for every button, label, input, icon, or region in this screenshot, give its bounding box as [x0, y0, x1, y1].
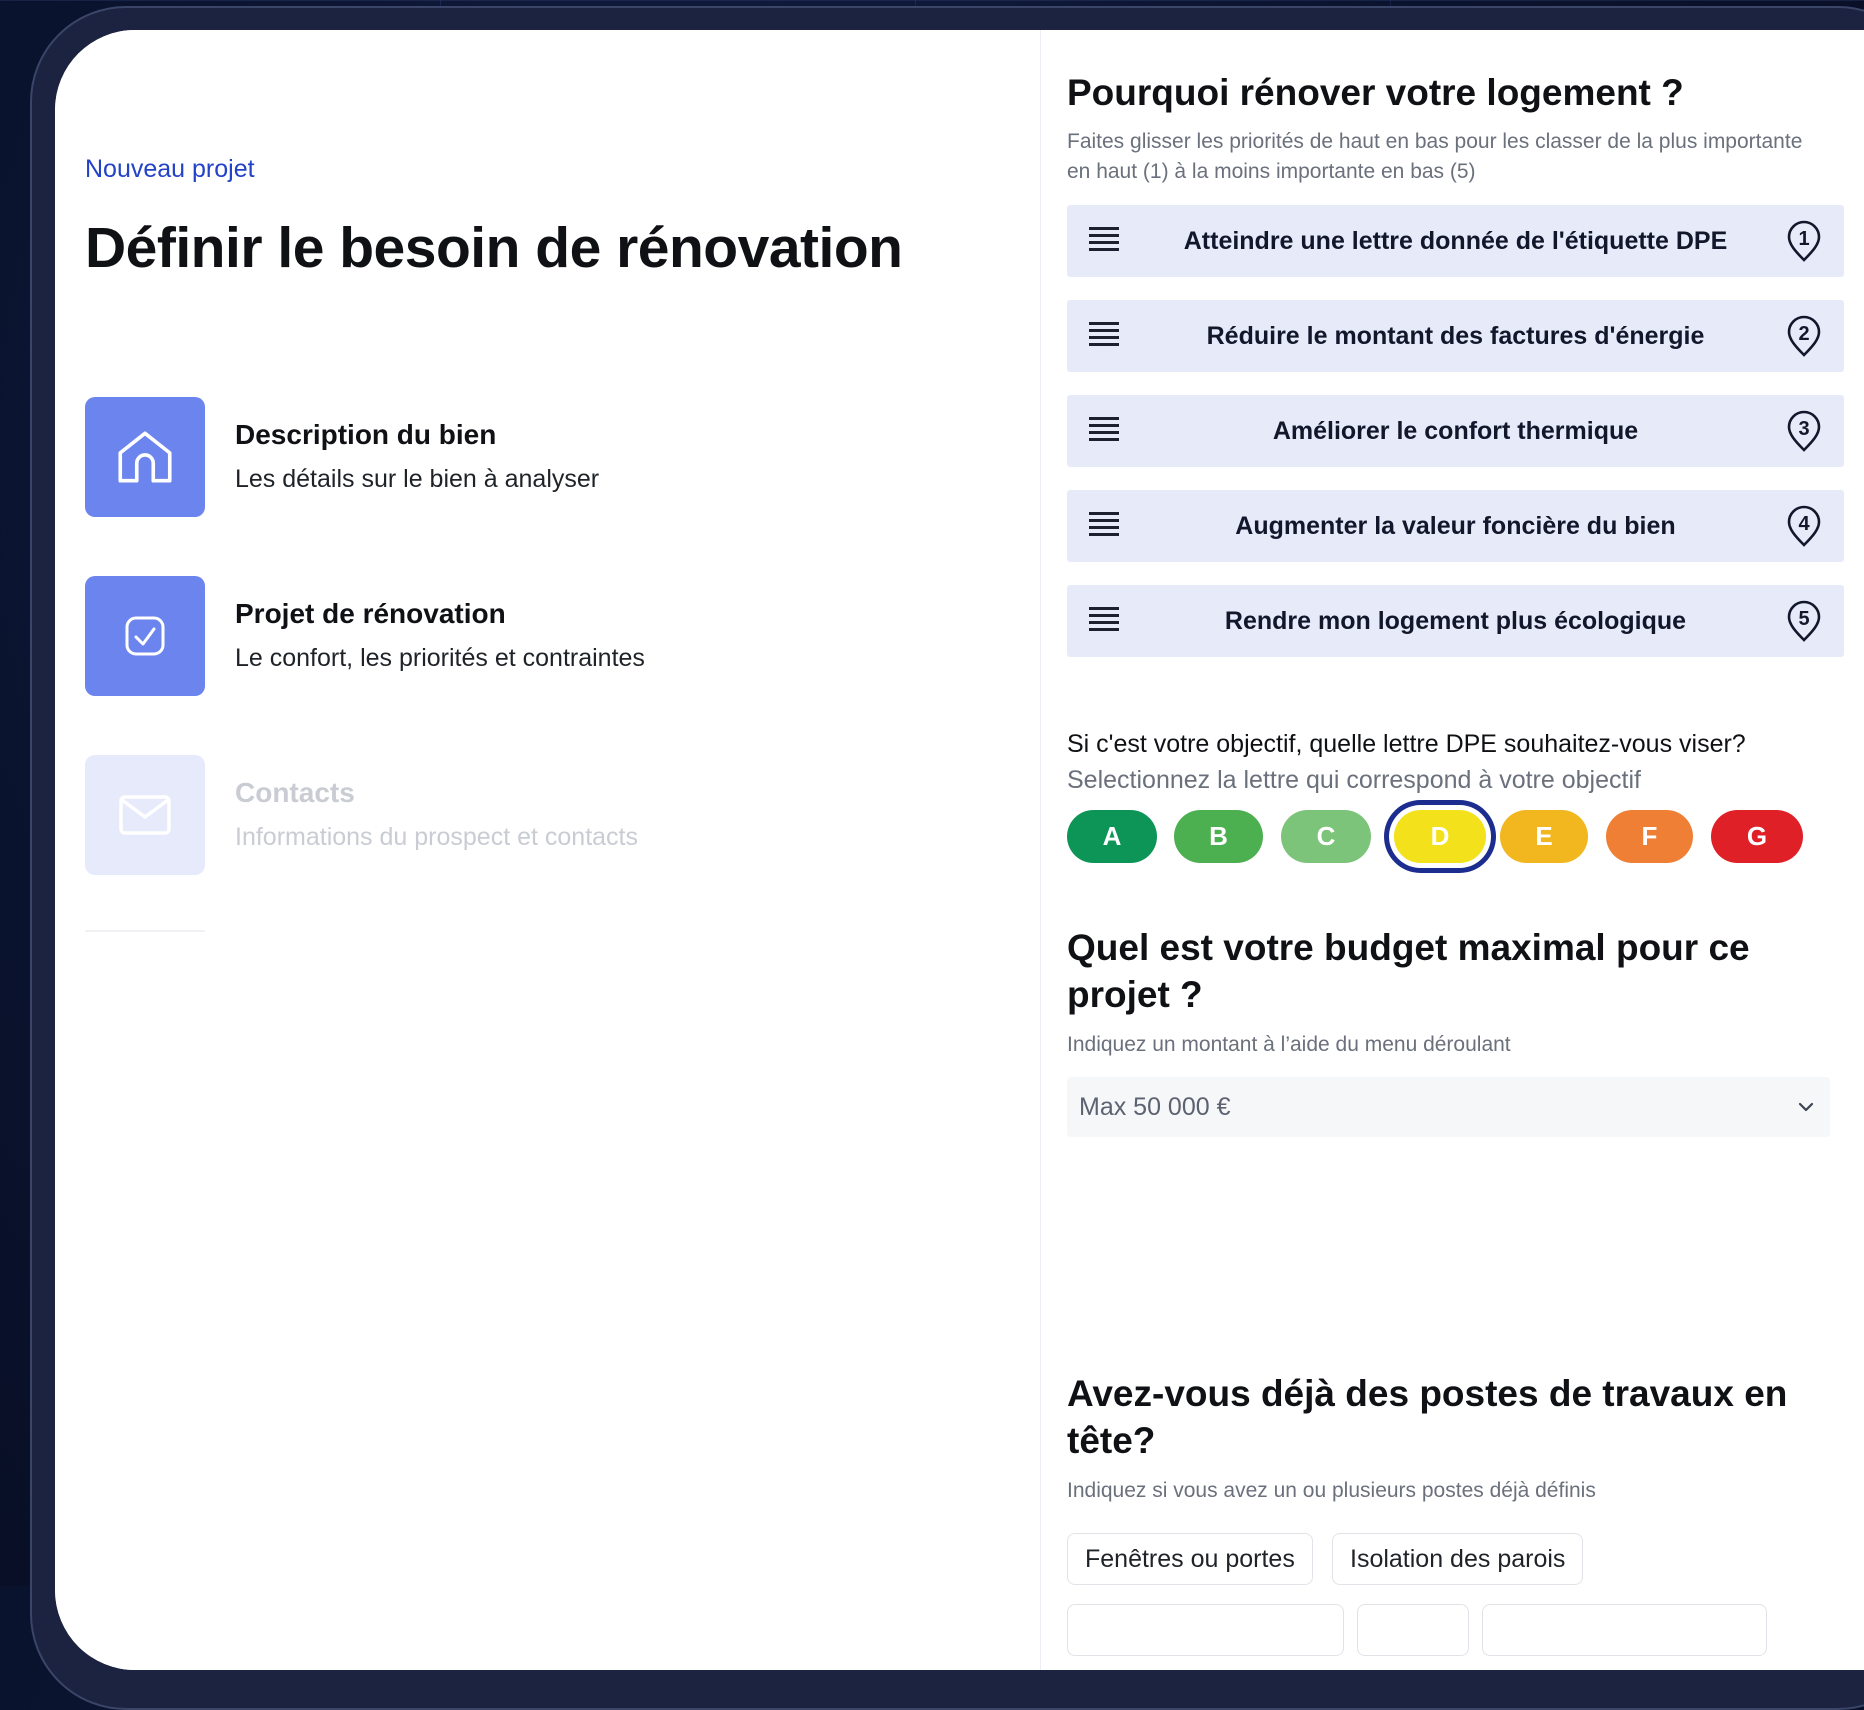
drag-handle-icon[interactable] [1089, 512, 1119, 540]
step-subtitle: Le confort, les priorités et contraintes [235, 644, 645, 672]
chip-fenetres-portes[interactable]: Fenêtres ou portes [1067, 1533, 1313, 1585]
priority-label: Réduire le montant des factures d'énergi… [1206, 322, 1705, 350]
dpe-letter-d[interactable]: D [1394, 810, 1486, 863]
rank-badge-icon: 3 [1786, 409, 1822, 453]
step-projet-de-renovation[interactable]: Projet de rénovation Le confort, les pri… [85, 576, 885, 696]
rank-badge-icon: 5 [1786, 599, 1822, 643]
dpe-help: Selectionnez la lettre qui correspond à … [1067, 766, 1641, 794]
priority-item[interactable]: Réduire le montant des factures d'énergi… [1067, 300, 1844, 372]
step-subtitle: Informations du prospect et contacts [235, 823, 638, 851]
priorities-title: Pourquoi rénover votre logement ? [1067, 72, 1684, 113]
budget-title: Quel est votre budget maximal pour ce pr… [1067, 927, 1750, 1015]
step-title: Projet de rénovation [235, 598, 506, 629]
priority-item[interactable]: Rendre mon logement plus écologique 5 [1067, 585, 1844, 657]
stepper-panel: Nouveau projet Définir le besoin de réno… [55, 30, 1040, 1670]
dpe-letter-b[interactable]: B [1174, 810, 1263, 863]
divider [85, 930, 205, 932]
dpe-letter-c[interactable]: C [1281, 810, 1371, 863]
priority-item[interactable]: Augmenter la valeur foncière du bien 4 [1067, 490, 1844, 562]
rank-badge-icon: 4 [1786, 504, 1822, 548]
mail-icon [85, 755, 205, 875]
step-description-du-bien[interactable]: Description du bien Les détails sur le b… [85, 397, 885, 517]
dpe-question: Si c'est votre objectif, quelle lettre D… [1067, 730, 1746, 758]
breadcrumb[interactable]: Nouveau projet [85, 155, 255, 184]
svg-text:1: 1 [1798, 228, 1809, 250]
dpe-letter-a[interactable]: A [1067, 810, 1157, 863]
step-title: Contacts [235, 777, 355, 808]
svg-text:3: 3 [1798, 418, 1809, 440]
works-help: Indiquez si vous avez un ou plusieurs po… [1067, 1479, 1596, 1502]
chip[interactable] [1482, 1604, 1767, 1656]
app-screen: Nouveau projet Définir le besoin de réno… [55, 30, 1864, 1670]
rank-badge-icon: 2 [1786, 314, 1822, 358]
drag-handle-icon[interactable] [1089, 417, 1119, 445]
house-icon [85, 397, 205, 517]
panel-divider [1040, 30, 1041, 1670]
svg-text:4: 4 [1798, 513, 1810, 535]
works-title: Avez-vous déjà des postes de travaux en … [1067, 1373, 1788, 1461]
rank-badge-icon: 1 [1786, 219, 1822, 263]
drag-handle-icon[interactable] [1089, 322, 1119, 350]
page-title: Définir le besoin de rénovation [85, 216, 903, 280]
budget-select[interactable]: Max 50 000 € [1067, 1077, 1830, 1137]
budget-select-value: Max 50 000 € [1079, 1093, 1231, 1121]
check-square-icon [85, 576, 205, 696]
svg-text:2: 2 [1798, 323, 1809, 345]
priority-label: Rendre mon logement plus écologique [1224, 607, 1687, 635]
step-title: Description du bien [235, 419, 497, 450]
chip-isolation-parois[interactable]: Isolation des parois [1332, 1533, 1584, 1585]
dpe-letter-e[interactable]: E [1500, 810, 1588, 863]
form-panel: Pourquoi rénover votre logement ? Faites… [1067, 30, 1857, 1670]
chevron-down-icon [1794, 1095, 1818, 1119]
svg-text:5: 5 [1798, 608, 1809, 630]
priority-item[interactable]: Atteindre une lettre donnée de l'étiquet… [1067, 205, 1844, 277]
dpe-letter-f[interactable]: F [1606, 810, 1693, 863]
drag-handle-icon[interactable] [1089, 607, 1119, 635]
priorities-help: Faites glisser les priorités de haut en … [1067, 130, 1803, 184]
priority-label: Atteindre une lettre donnée de l'étiquet… [1183, 227, 1728, 255]
drag-handle-icon[interactable] [1089, 227, 1119, 255]
budget-help: Indiquez un montant à l’aide du menu dér… [1067, 1033, 1511, 1056]
chip[interactable] [1357, 1604, 1469, 1656]
priority-item[interactable]: Améliorer le confort thermique 3 [1067, 395, 1844, 467]
step-subtitle: Les détails sur le bien à analyser [235, 465, 600, 493]
dpe-letter-g[interactable]: G [1711, 810, 1803, 863]
priority-label: Améliorer le confort thermique [1272, 417, 1639, 445]
step-contacts[interactable]: Contacts Informations du prospect et con… [85, 755, 885, 875]
priority-label: Augmenter la valeur foncière du bien [1235, 512, 1676, 540]
chip[interactable] [1067, 1604, 1344, 1656]
